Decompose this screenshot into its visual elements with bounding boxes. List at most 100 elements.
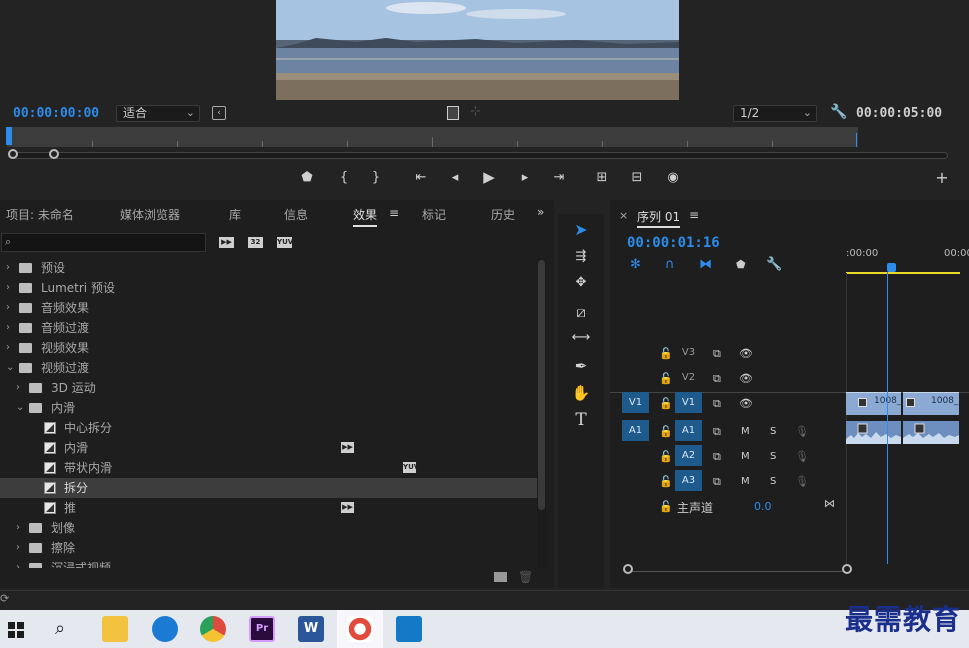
- sync-lock-icon[interactable]: ⧉: [713, 450, 721, 464]
- ripple-edit-icon[interactable]: ✥: [558, 275, 604, 290]
- lock-icon[interactable]: 🔓: [659, 500, 673, 513]
- tab-effects[interactable]: 效果: [353, 206, 378, 227]
- snap-magnet-icon[interactable]: ∩: [665, 257, 675, 272]
- hand-icon[interactable]: ✋: [558, 384, 604, 402]
- tree-folder[interactable]: › 音频效果: [0, 298, 546, 318]
- monitor-time-ruler[interactable]: [7, 127, 858, 147]
- work-area-bar[interactable]: [846, 272, 960, 274]
- selection-tool-icon[interactable]: ➤: [558, 220, 604, 239]
- tree-folder[interactable]: › Lumetri 预设: [0, 278, 546, 298]
- lock-icon[interactable]: 🔓: [659, 397, 673, 410]
- mark-out-icon[interactable]: }: [367, 171, 385, 185]
- tree-folder[interactable]: › 擦除: [0, 538, 546, 558]
- tab-project[interactable]: 项目: 未命名: [6, 206, 74, 223]
- track-target[interactable]: V1: [675, 392, 702, 413]
- camera-icon[interactable]: ◉: [664, 171, 682, 185]
- timeline-scroll-left[interactable]: [623, 564, 633, 574]
- close-icon[interactable]: ×: [619, 209, 628, 222]
- word-icon[interactable]: W: [298, 616, 324, 642]
- go-to-out-icon[interactable]: ⇥: [550, 171, 568, 185]
- resolution-select[interactable]: 1/2 ⌄: [733, 105, 817, 122]
- add-marker-icon[interactable]: ⬟: [298, 171, 316, 185]
- go-to-in-icon[interactable]: ⇤: [412, 171, 430, 185]
- add-button-icon[interactable]: +: [933, 170, 951, 186]
- eye-icon[interactable]: 👁: [739, 397, 753, 410]
- chevron-right-icon[interactable]: ›: [16, 558, 20, 568]
- search-input[interactable]: ⌕: [1, 233, 206, 252]
- chevron-down-icon[interactable]: ⌄: [16, 398, 24, 418]
- tree-folder[interactable]: › 预设: [0, 258, 546, 278]
- tab-history[interactable]: 历史: [491, 206, 517, 223]
- tree-scrollbar[interactable]: [537, 258, 546, 568]
- tree-folder[interactable]: ⌄ 视频过渡: [0, 358, 546, 378]
- end-marker-icon[interactable]: ⋈: [824, 497, 835, 510]
- chevron-right-icon[interactable]: ›: [6, 278, 10, 298]
- chrome-icon[interactable]: [200, 616, 226, 642]
- trash-icon[interactable]: 🗑: [518, 570, 533, 584]
- new-folder-icon[interactable]: [494, 572, 507, 582]
- nest-icon[interactable]: ✻: [630, 257, 641, 272]
- video-clip-2[interactable]: 1008_: [903, 392, 959, 415]
- pen-icon[interactable]: ✒: [558, 357, 604, 375]
- play-icon[interactable]: ▶: [480, 170, 498, 185]
- eye-icon[interactable]: 👁: [739, 372, 753, 385]
- zoom-scrollbar[interactable]: [8, 152, 948, 159]
- edge-icon[interactable]: [152, 616, 178, 642]
- lock-icon[interactable]: 🔓: [659, 450, 673, 463]
- chevron-right-icon[interactable]: ›: [6, 338, 10, 358]
- track-target[interactable]: V2: [675, 367, 702, 388]
- settings-wrench-icon[interactable]: 🔧: [766, 257, 782, 272]
- lock-icon[interactable]: 🔓: [659, 475, 673, 488]
- solo-button[interactable]: S: [770, 476, 776, 487]
- eye-icon[interactable]: 👁: [739, 347, 753, 360]
- timeline-scroll-right[interactable]: [842, 564, 852, 574]
- type-tool-icon[interactable]: T: [558, 410, 604, 430]
- accelerated-filter-icon[interactable]: ▶▶: [219, 237, 234, 248]
- 32bit-filter-icon[interactable]: 32: [248, 237, 263, 248]
- track-target[interactable]: A2: [675, 445, 702, 466]
- sequence-timecode[interactable]: 00:00:01:16: [627, 235, 720, 251]
- microphone-icon[interactable]: 🎙: [795, 425, 809, 438]
- solo-button[interactable]: S: [770, 451, 776, 462]
- mute-button[interactable]: M: [741, 451, 750, 462]
- step-forward-icon[interactable]: ▸: [516, 171, 534, 185]
- film-icon[interactable]: [447, 106, 459, 120]
- video-player-icon[interactable]: [396, 616, 422, 642]
- timeline-playhead-handle[interactable]: [887, 263, 896, 272]
- sync-lock-icon[interactable]: ⧉: [713, 347, 721, 361]
- chevron-down-icon[interactable]: ⌄: [6, 358, 14, 378]
- effect-item[interactable]: 带状内滑 YUV: [0, 458, 546, 478]
- microphone-icon[interactable]: 🎙: [795, 475, 809, 488]
- search-icon[interactable]: ⌕: [55, 618, 65, 639]
- track-target[interactable]: V3: [675, 342, 702, 363]
- scrollbar-thumb[interactable]: [538, 260, 545, 510]
- mute-button[interactable]: M: [741, 426, 750, 437]
- marker-icon[interactable]: ⬟: [736, 258, 746, 271]
- lock-icon[interactable]: 🔓: [659, 372, 673, 385]
- playhead-timecode[interactable]: 00:00:00:00: [13, 106, 99, 121]
- tabs-overflow-icon[interactable]: »: [537, 205, 544, 219]
- track-select-icon[interactable]: ⇶: [558, 249, 604, 264]
- tab-library[interactable]: 库: [229, 206, 241, 223]
- effect-item[interactable]: 推 ▶▶: [0, 498, 546, 518]
- windows-start-icon[interactable]: [8, 622, 24, 638]
- insert-icon[interactable]: ⊞: [593, 171, 611, 185]
- premiere-icon[interactable]: Pr: [249, 616, 275, 642]
- effect-item[interactable]: 内滑 ▶▶: [0, 438, 546, 458]
- scroll-handle-left[interactable]: [8, 149, 18, 159]
- tab-media-browser[interactable]: 媒体浏览器: [120, 206, 180, 223]
- timeline-playhead-line[interactable]: [887, 272, 888, 564]
- chevron-right-icon[interactable]: ›: [16, 518, 20, 538]
- track-target[interactable]: A3: [675, 470, 702, 491]
- tree-folder[interactable]: › 沉浸式视频: [0, 558, 546, 568]
- sync-lock-icon[interactable]: ⧉: [713, 372, 721, 386]
- tree-folder[interactable]: › 3D 运动: [0, 378, 546, 398]
- source-patch[interactable]: A1: [622, 420, 649, 441]
- expand-icon[interactable]: ‹: [212, 106, 226, 120]
- sync-lock-icon[interactable]: ⧉: [713, 425, 721, 439]
- tab-markers[interactable]: 标记: [422, 206, 446, 223]
- chevron-right-icon[interactable]: ›: [6, 258, 10, 278]
- panel-menu-icon[interactable]: ≡: [389, 206, 399, 220]
- chevron-right-icon[interactable]: ›: [6, 298, 10, 318]
- sync-lock-icon[interactable]: ⧉: [713, 475, 721, 489]
